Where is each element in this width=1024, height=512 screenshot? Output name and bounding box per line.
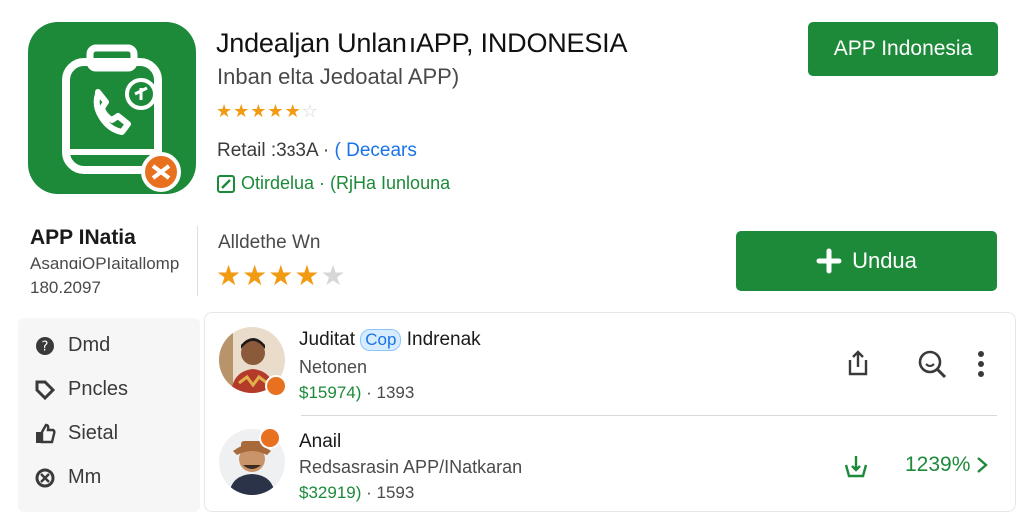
brand-name: APP INatia: [30, 226, 136, 249]
download-button[interactable]: Undua: [736, 231, 997, 291]
row-divider: [301, 415, 997, 416]
row-meta: · 1593: [366, 483, 415, 502]
star-icon: ★: [216, 101, 233, 121]
chevron-right-icon: [977, 457, 989, 473]
plus-download-icon: [816, 248, 842, 274]
sidebar-item-label: Sietal: [68, 422, 119, 444]
row-price: $32919): [299, 483, 362, 502]
badge-icon: [259, 427, 281, 449]
star-icon: ★: [284, 101, 301, 121]
share-button[interactable]: [845, 349, 871, 382]
verified-line: Otirdelua · (RjHa Iunlouna: [217, 173, 450, 194]
star-icon: ★: [233, 101, 250, 121]
sidebar-item-label: Mm: [68, 466, 102, 488]
sidebar-item-pncles[interactable]: Pncles: [34, 378, 128, 401]
row-title-suffix: Indrenak: [406, 329, 481, 350]
badge-icon: [265, 375, 287, 397]
row-price-line: $32919) · 1593: [299, 483, 414, 503]
row-price-line: $15974) · 1393: [299, 383, 414, 403]
star-icon: ★: [267, 101, 284, 121]
audit-stars: ★ ★ ★ ★ ★: [216, 262, 346, 290]
percent-value: 1239%: [905, 453, 971, 476]
svg-text:?: ?: [42, 339, 49, 354]
download-label: Undua: [852, 248, 917, 273]
divider: [197, 226, 198, 296]
row-title: Juditat Cop Indrenak: [299, 329, 481, 351]
suitcase-phone-icon: [62, 44, 181, 192]
row-subtitle: Netonen: [299, 357, 368, 377]
row-title-prefix: Juditat: [299, 329, 355, 350]
sidebar-item-dmd[interactable]: ? Dmd: [34, 334, 110, 357]
audit-label: Alldethe Wn: [218, 232, 321, 253]
verified-text: Otirdelua · (RjHa Iunlouna: [241, 173, 451, 193]
retail-label: Retail :3ɜ3A ·: [217, 140, 330, 161]
brand-subtitle: AsanɑiOPIaitallomp: [30, 254, 180, 273]
percent-link[interactable]: 1239%: [905, 453, 989, 477]
tag-icon: [35, 380, 56, 400]
share-icon: [848, 350, 868, 376]
edit-icon: [217, 174, 235, 193]
row-price: $15974): [299, 383, 362, 402]
app-subtitle: Inban elta Jedoatal APP): [217, 64, 460, 89]
search-icon: [918, 350, 947, 379]
more-options-button[interactable]: [977, 351, 985, 382]
help-circle-icon: ?: [36, 336, 54, 355]
cart-download-icon: [844, 456, 868, 478]
more-vertical-icon: [978, 351, 984, 377]
retail-line: Retail :3ɜ3A · ( Decears: [217, 140, 417, 162]
retail-link[interactable]: ( Decears: [335, 140, 417, 161]
thumbs-up-icon: [36, 423, 56, 443]
row-title-chip[interactable]: Cop: [360, 329, 402, 351]
settings-icon: [35, 468, 55, 487]
row-title: Anail: [299, 431, 342, 452]
sidebar: ? Dmd Pncles Sietal Mm: [18, 318, 200, 512]
app-indonesia-button[interactable]: APP Indonesia: [808, 22, 998, 76]
star-icon: ★: [268, 260, 294, 291]
brand-number: 180.2097: [30, 278, 101, 297]
row-meta: · 1393: [366, 383, 415, 402]
app-title: Jndealjan Unlan ıAPP, INDONESIA: [216, 28, 628, 58]
star-icon: ★: [250, 101, 267, 121]
star-icon: ★: [242, 260, 268, 291]
star-icon: ★: [294, 260, 320, 291]
star-empty-icon: ☆: [301, 101, 318, 121]
sidebar-item-mm[interactable]: Mm: [34, 466, 101, 489]
star-icon: ★: [216, 260, 242, 291]
rating-stars: ★ ★ ★ ★ ★ ☆: [216, 102, 318, 120]
sidebar-item-label: Pncles: [68, 378, 129, 400]
content-panel: Juditat Cop Indrenak Netonen $15974) · 1…: [204, 312, 1016, 512]
app-icon: [28, 22, 196, 194]
star-empty-icon: ★: [320, 260, 346, 291]
sidebar-item-sietal[interactable]: Sietal: [34, 422, 118, 445]
cart-button[interactable]: [843, 453, 869, 484]
row-subtitle: Redsasrasin APP/INatkaran: [299, 457, 523, 477]
search-button[interactable]: [917, 349, 947, 384]
sidebar-item-label: Dmd: [68, 334, 111, 356]
